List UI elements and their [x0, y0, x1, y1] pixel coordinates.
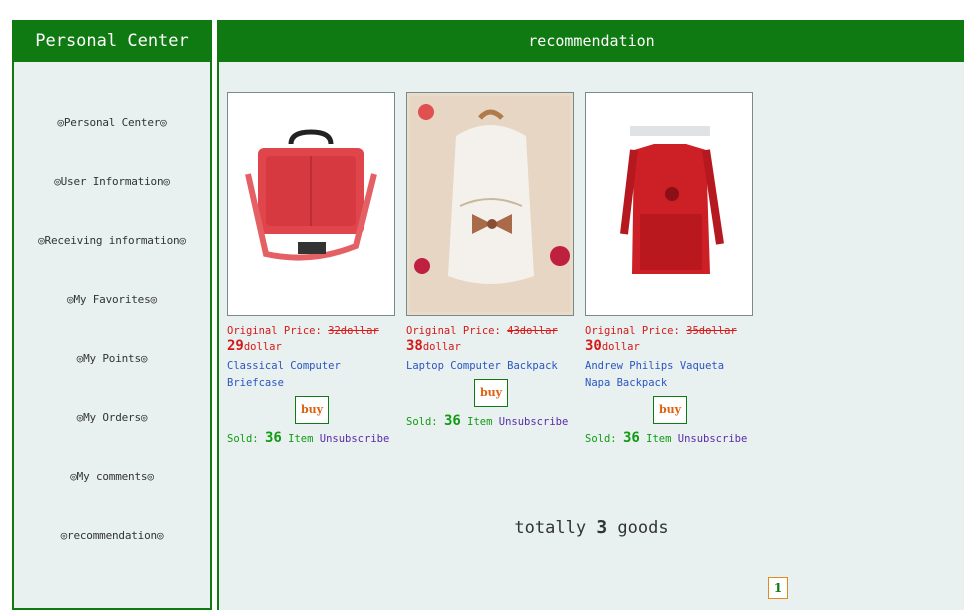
- total-count: 3: [596, 517, 608, 538]
- product-card: Original Price: 35dollar 30dollar Andrew…: [585, 92, 755, 447]
- product-image[interactable]: [227, 92, 395, 316]
- buy-button[interactable]: buy: [653, 396, 687, 424]
- product-name-link[interactable]: Classical Computer Briefcase: [227, 358, 397, 392]
- sidebar-title: Personal Center: [14, 20, 210, 62]
- sold-count: 36: [264, 430, 282, 446]
- product-image[interactable]: [406, 92, 574, 316]
- sidebar-item-my-comments[interactable]: ◎My comments◎: [14, 470, 210, 529]
- sidebar-item-receiving-information[interactable]: ◎Receiving information◎: [14, 234, 210, 293]
- original-price: Original Price: 35dollar: [585, 325, 737, 337]
- sold-count: 36: [443, 413, 461, 429]
- buy-button[interactable]: buy: [474, 379, 508, 407]
- product-card: Original Price: 32dollar 29dollar Classi…: [227, 92, 397, 447]
- unsubscribe-link[interactable]: Unsubscribe: [499, 416, 569, 428]
- page-number-button[interactable]: 1: [768, 577, 788, 599]
- sale-price: 30dollar: [585, 338, 640, 354]
- sidebar-item-my-points[interactable]: ◎My Points◎: [14, 352, 210, 411]
- unsubscribe-link[interactable]: Unsubscribe: [320, 433, 390, 445]
- sidebar-item-user-information[interactable]: ◎User Information◎: [14, 175, 210, 234]
- unsubscribe-link[interactable]: Unsubscribe: [678, 433, 748, 445]
- sidebar-item-my-orders[interactable]: ◎My Orders◎: [14, 411, 210, 470]
- sale-price: 38dollar: [406, 338, 461, 354]
- sold-info: Sold: 36 Item Unsubscribe: [585, 430, 748, 446]
- original-price: Original Price: 43dollar: [406, 325, 558, 337]
- original-price-value: 35dollar: [686, 325, 737, 337]
- product-card: Original Price: 43dollar 38dollar Laptop…: [406, 92, 576, 430]
- sidebar: Personal Center ◎Personal Center◎ ◎User …: [12, 20, 212, 610]
- product-name-link[interactable]: Laptop Computer Backpack: [406, 358, 576, 375]
- original-price-value: 32dollar: [328, 325, 379, 337]
- sidebar-item-personal-center[interactable]: ◎Personal Center◎: [14, 116, 210, 175]
- red-backpack-image: [594, 104, 744, 304]
- sidebar-item-my-favorites[interactable]: ◎My Favorites◎: [14, 293, 210, 352]
- buy-button[interactable]: buy: [295, 396, 329, 424]
- sidebar-item-recommendation[interactable]: ◎recommendation◎: [14, 529, 210, 588]
- sold-count: 36: [622, 430, 640, 446]
- page-title: recommendation: [219, 20, 964, 62]
- original-price: Original Price: 32dollar: [227, 325, 379, 337]
- sale-price: 29dollar: [227, 338, 282, 354]
- briefcase-image: [236, 114, 386, 294]
- original-price-value: 43dollar: [507, 325, 558, 337]
- product-image[interactable]: [585, 92, 753, 316]
- total-goods: totally 3 goods: [514, 517, 669, 538]
- sold-info: Sold: 36 Item Unsubscribe: [406, 413, 569, 429]
- product-name-link[interactable]: Andrew Philips Vaqueta Napa Backpack: [585, 358, 755, 392]
- main-panel: recommendation Original Price: 32dollar …: [217, 20, 964, 610]
- sold-info: Sold: 36 Item Unsubscribe: [227, 430, 390, 446]
- sidebar-menu: ◎Personal Center◎ ◎User Information◎ ◎Re…: [14, 116, 210, 588]
- backpack-image: [410, 96, 570, 312]
